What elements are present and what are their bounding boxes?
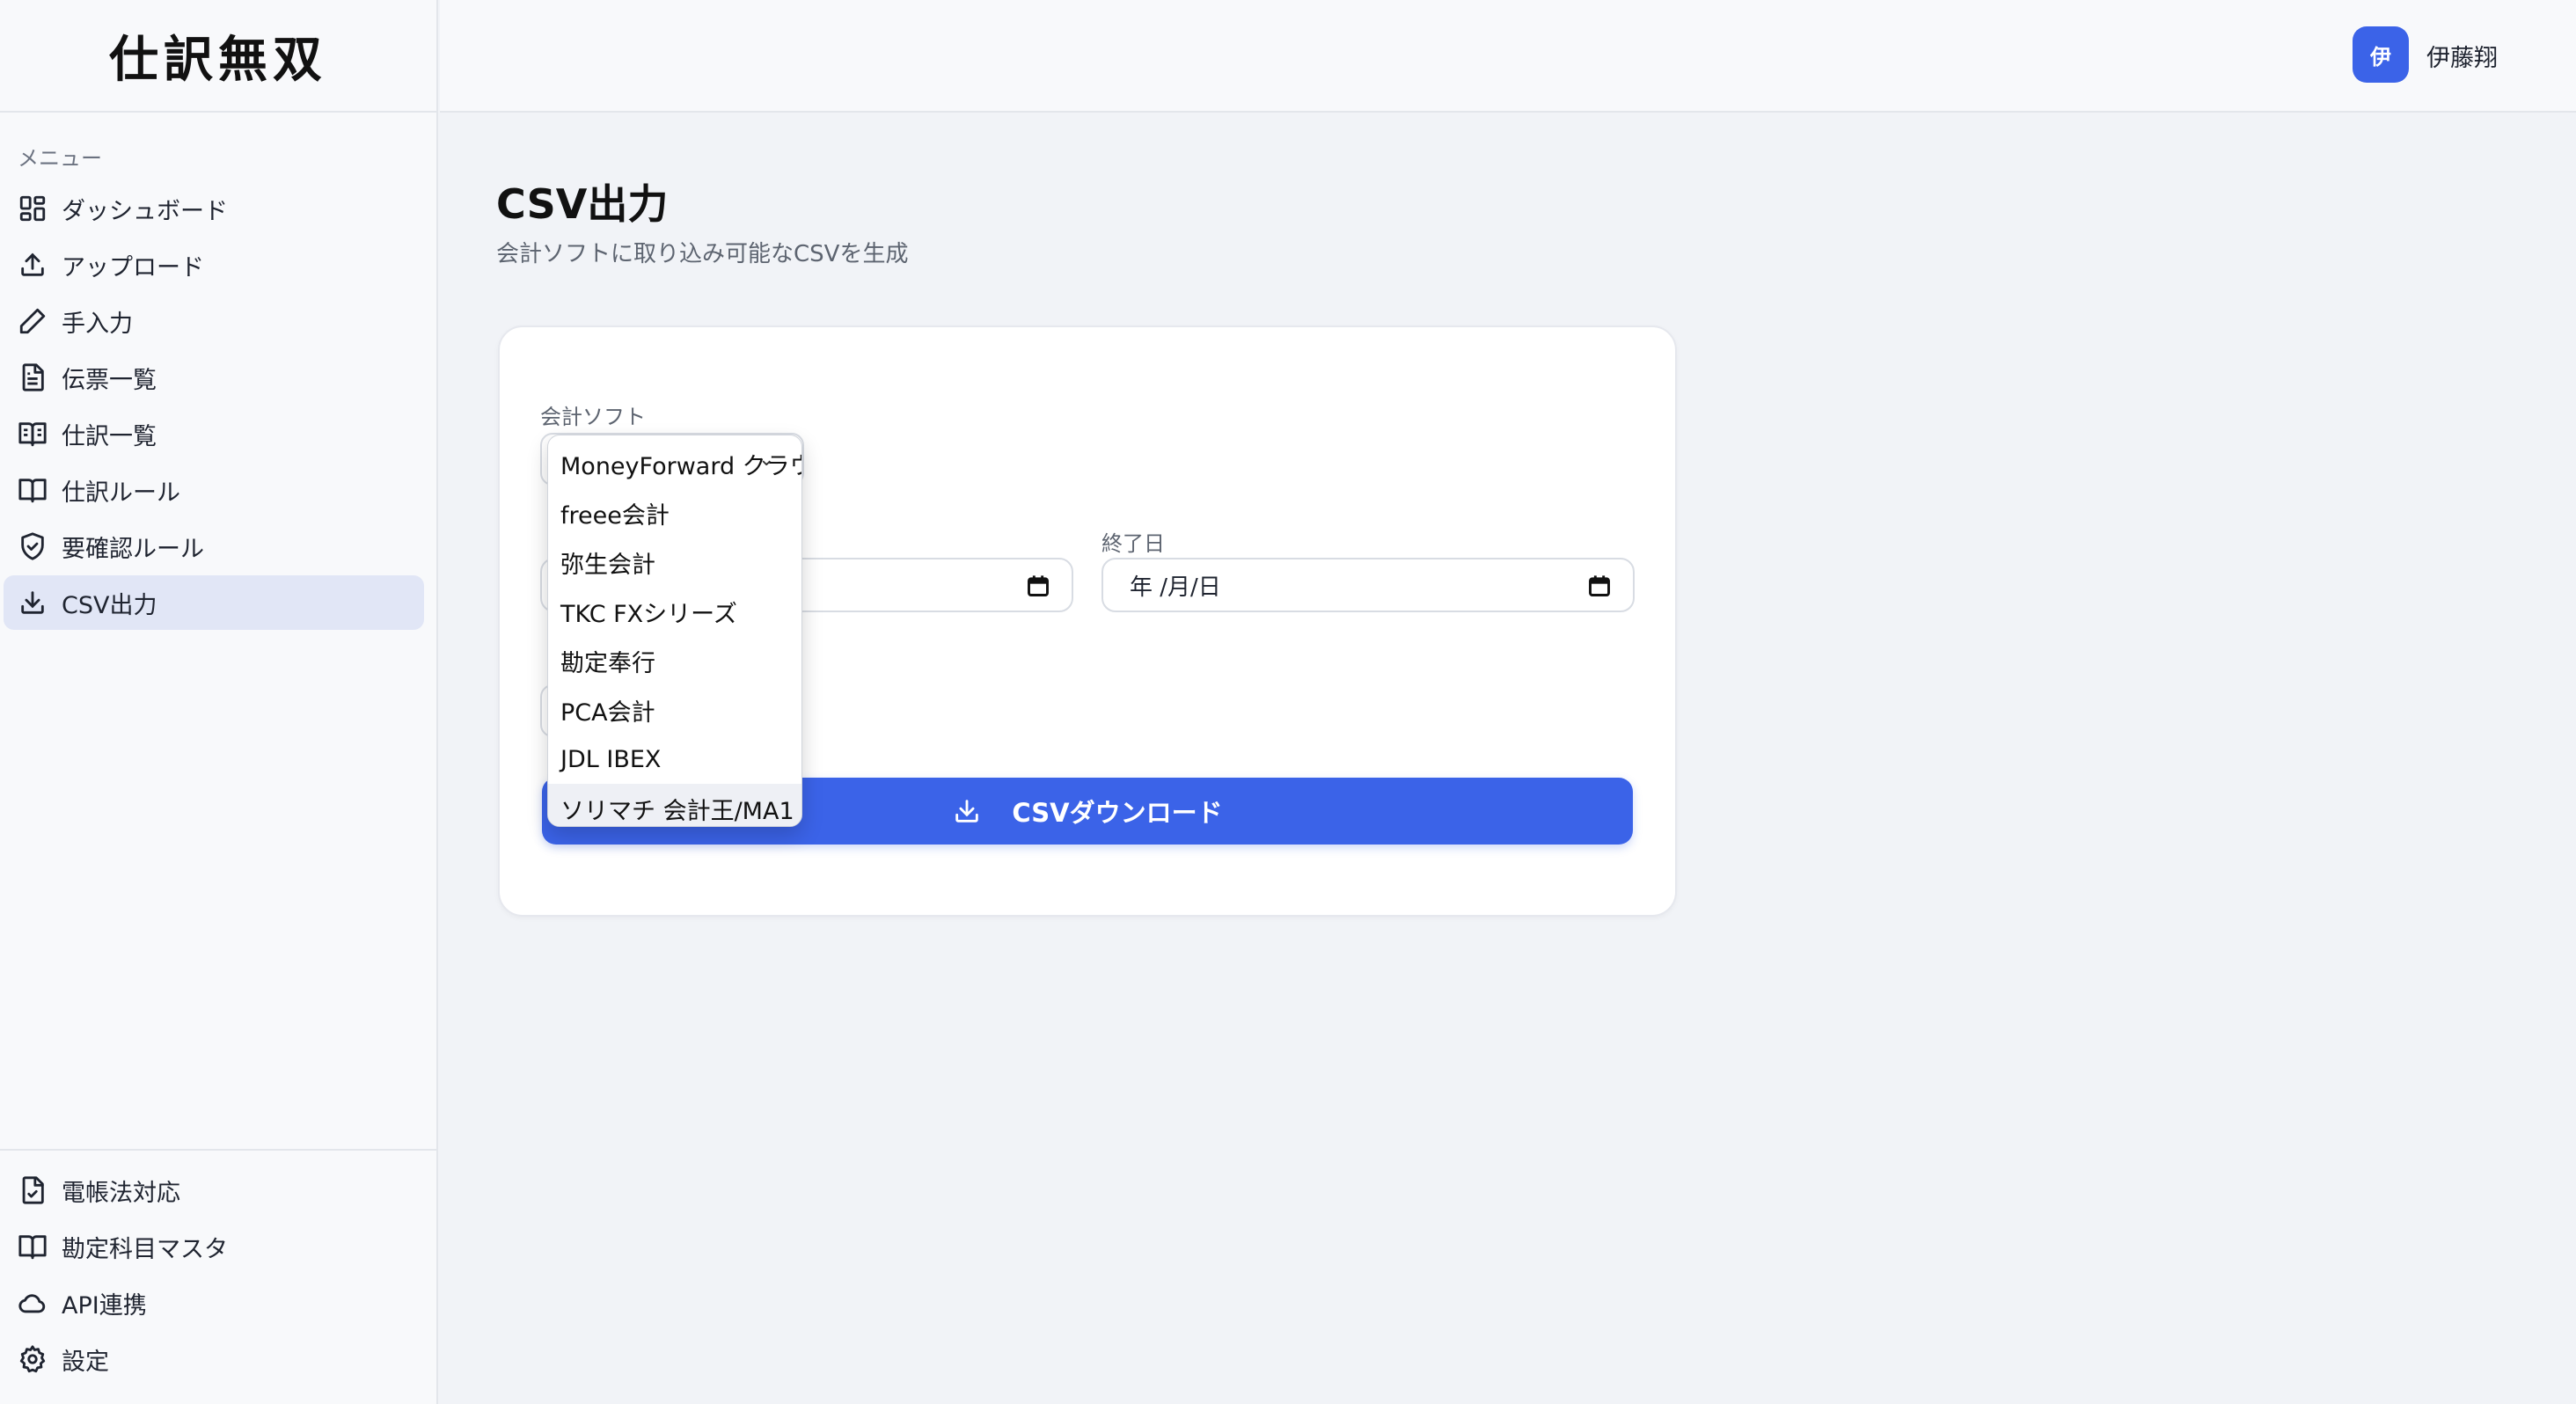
- sidebar-item-label: CSV出力: [62, 591, 157, 619]
- dropdown-option[interactable]: JDL IBEX: [548, 735, 801, 784]
- sidebar-item-dashboard[interactable]: ダッシュボード: [4, 181, 424, 236]
- sidebar-item-api[interactable]: API連携: [4, 1276, 424, 1330]
- sidebar-item-label: ダッシュボード: [62, 197, 228, 225]
- sidebar-item-review-rules[interactable]: 要確認ルール: [4, 519, 424, 574]
- book-icon: [18, 1232, 48, 1261]
- sidebar-item-label: 電帳法対応: [62, 1179, 180, 1207]
- sidebar-item-label: 手入力: [62, 310, 133, 338]
- sidebar-item-label: 勘定科目マスタ: [62, 1235, 228, 1263]
- download-button-label: CSVダウンロード: [1012, 798, 1223, 828]
- file-icon: [18, 1175, 48, 1205]
- end-date-input[interactable]: 年 /月/日: [1101, 558, 1635, 612]
- chevron-down-icon: ⌄: [758, 449, 775, 471]
- shield-check-icon: [18, 531, 48, 561]
- sidebar-item-label: API連携: [62, 1291, 147, 1320]
- dropdown-option[interactable]: 勘定奉行: [548, 636, 801, 685]
- dropdown-option[interactable]: 弥生会計: [548, 537, 801, 587]
- sidebar-item-label: 設定: [62, 1348, 109, 1376]
- open-book-icon: [18, 419, 48, 449]
- download-icon: [955, 800, 979, 823]
- sidebar-item-label: 仕訳ルール: [62, 479, 180, 507]
- user-name[interactable]: 伊藤翔: [2426, 39, 2498, 73]
- sidebar-item-label: 要確認ルール: [62, 535, 204, 563]
- sidebar-item-account-master[interactable]: 勘定科目マスタ: [4, 1219, 424, 1274]
- calendar-icon[interactable]: [1026, 574, 1050, 598]
- dropdown-option[interactable]: PCA会計: [548, 685, 801, 735]
- sidebar-item-csv-export[interactable]: CSV出力: [4, 575, 424, 630]
- software-dropdown-list[interactable]: MoneyForward クラウ freee会計 弥生会計 TKC FXシリーズ…: [547, 435, 802, 827]
- software-label: 会計ソフト: [540, 405, 646, 429]
- cloud-icon: [18, 1288, 48, 1318]
- gear-icon: [18, 1344, 48, 1374]
- sidebar: 仕訳無双 メニュー ダッシュボード アップロード 手入力 伝票一覧 仕訳一覧 仕…: [0, 0, 438, 1404]
- page-title: CSV出力: [496, 180, 669, 228]
- end-date-placeholder: 年 /月/日: [1130, 574, 1221, 601]
- sidebar-item-e-book-law[interactable]: 電帳法対応: [4, 1163, 424, 1218]
- sidebar-item-label: 伝票一覧: [62, 366, 157, 394]
- book-icon: [18, 475, 48, 505]
- upload-icon: [18, 250, 48, 280]
- sidebar-divider: [0, 1149, 436, 1151]
- dropdown-option[interactable]: freee会計: [548, 488, 801, 537]
- sidebar-item-label: 仕訳一覧: [62, 422, 157, 450]
- sidebar-item-upload[interactable]: アップロード: [4, 238, 424, 292]
- sidebar-item-manual-input[interactable]: 手入力: [4, 294, 424, 348]
- pencil-icon: [18, 306, 48, 336]
- download-icon: [18, 588, 48, 618]
- dropdown-option-highlighted[interactable]: ソリマチ 会計王/MA1: [548, 784, 801, 826]
- menu-heading: メニュー: [18, 146, 102, 171]
- app-logo[interactable]: 仕訳無双: [109, 20, 327, 91]
- sidebar-item-journal-rules[interactable]: 仕訳ルール: [4, 463, 424, 517]
- document-icon: [18, 362, 48, 392]
- sidebar-bottom-nav: 電帳法対応 勘定科目マスタ API連携 設定: [4, 1163, 424, 1388]
- end-date-label: 終了日: [1101, 531, 1165, 556]
- top-header: 伊 伊藤翔: [440, 0, 2576, 113]
- sidebar-item-vouchers[interactable]: 伝票一覧: [4, 350, 424, 405]
- avatar[interactable]: 伊: [2353, 26, 2409, 83]
- sidebar-nav: ダッシュボード アップロード 手入力 伝票一覧 仕訳一覧 仕訳ルール 要確認ルー…: [4, 181, 424, 632]
- sidebar-item-label: アップロード: [62, 253, 204, 282]
- dropdown-option[interactable]: TKC FXシリーズ: [548, 587, 801, 636]
- sidebar-item-journals[interactable]: 仕訳一覧: [4, 406, 424, 461]
- dashboard-icon: [18, 194, 48, 223]
- sidebar-item-settings[interactable]: 設定: [4, 1332, 424, 1386]
- logo-area: 仕訳無双: [0, 0, 436, 113]
- page-subtitle: 会計ソフトに取り込み可能なCSVを生成: [496, 241, 909, 267]
- calendar-icon[interactable]: [1587, 574, 1612, 598]
